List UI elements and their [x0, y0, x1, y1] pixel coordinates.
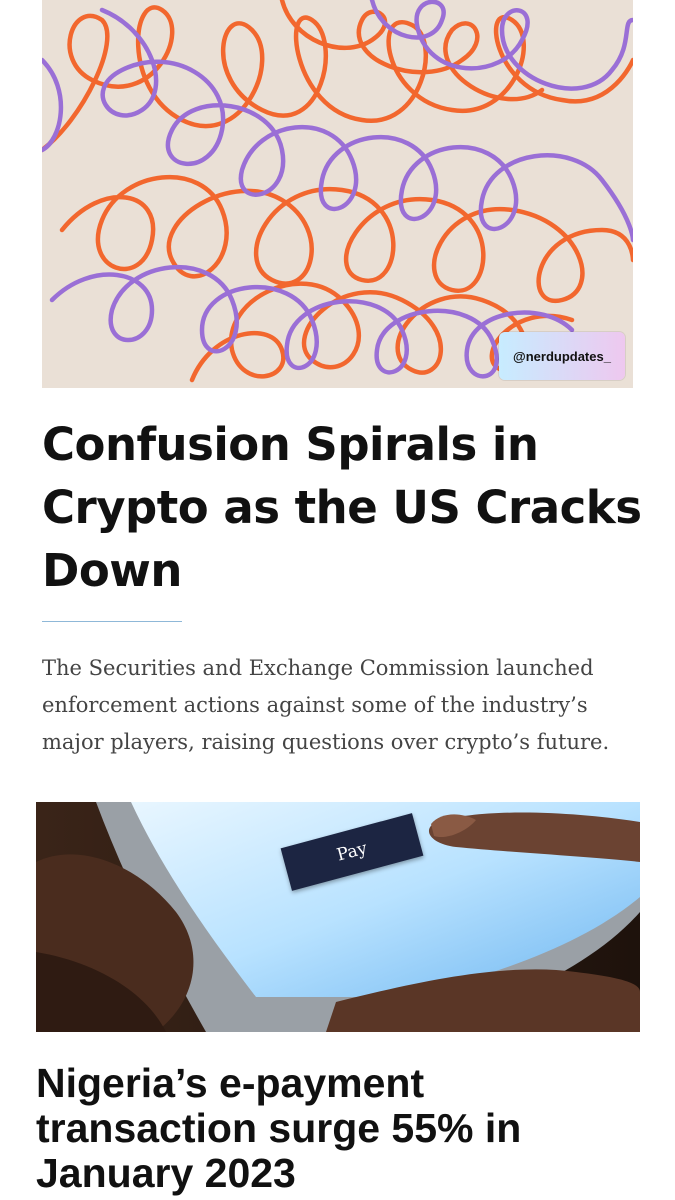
phone-payment-photo: Pay [36, 802, 640, 1032]
headline-divider [42, 621, 182, 622]
article-headline[interactable]: Confusion Spirals in Crypto as the US Cr… [42, 413, 652, 602]
watermark-handle: @nerdupdates_ [499, 332, 625, 380]
orange-cord [59, 174, 633, 304]
tangled-cords-illustration [42, 0, 633, 383]
article-summary: The Securities and Exchange Commission l… [42, 656, 610, 754]
purple-cord [369, 0, 633, 91]
hero-image-tangled-cords: @nerdupdates_ [42, 0, 633, 388]
article-headline-secondary[interactable]: Nigeria’s e-payment transaction surge 55… [36, 1061, 656, 1196]
